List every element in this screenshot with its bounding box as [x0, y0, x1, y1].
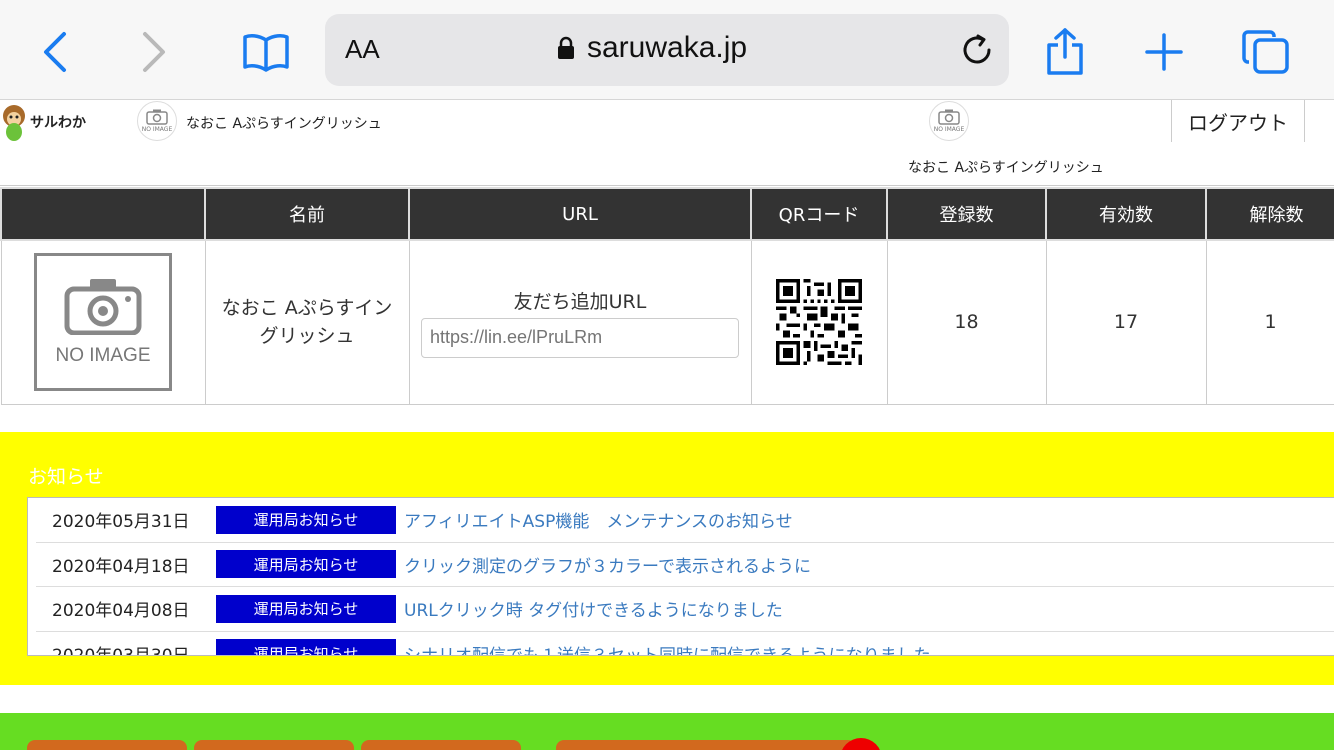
camera-icon: [146, 109, 168, 125]
address-bar[interactable]: AA saruwaka.jp: [325, 14, 1009, 86]
url-cell: 友だち追加URL: [408, 239, 752, 405]
list-item[interactable]: 2020年03月30日 運用局お知らせ シナリオ配信でも１送信３セット同時に配信…: [36, 632, 1334, 656]
table-row: NO IMAGE なおこ Aぷらすイングリッシュ 友だち追加URL https:…: [0, 239, 1334, 405]
registered-count: 18: [886, 239, 1047, 405]
avatar-noimage-label: NO IMAGE: [141, 126, 173, 133]
notice-title: お知らせ: [28, 466, 104, 488]
notice-link[interactable]: クリック測定のグラフが３カラーで表示されるように: [404, 552, 811, 577]
text-size-button[interactable]: AA: [345, 34, 380, 65]
col-header-name: 名前: [204, 187, 410, 241]
account-table: 名前 URL QRコード 登録数 有効数 解除数 NO IMAGE なおこ Aぷ…: [0, 187, 1334, 405]
share-icon: [1047, 28, 1083, 75]
site-header: サルわか NO IMAGE なおこ Aぷらすイングリッシュ NO IMAGE な…: [0, 100, 1334, 186]
cancelled-count: 1: [1205, 239, 1334, 405]
notice-badge: 運用局お知らせ: [216, 505, 396, 534]
footer-menu: [0, 713, 1334, 750]
text-size-label: AA: [345, 34, 380, 64]
url-label: 友だち追加URL: [513, 290, 647, 313]
camera-icon: [938, 109, 960, 125]
table-header-row: 名前 URL QRコード 登録数 有効数 解除数: [0, 187, 1334, 241]
notice-date: 2020年03月30日: [52, 645, 190, 656]
list-item[interactable]: 2020年05月31日 運用局お知らせ アフィリエイトASP機能 メンテナンスの…: [36, 498, 1334, 543]
account-name: なおこ Aぷらすイングリッシュ: [204, 239, 410, 405]
lock-icon: [558, 36, 574, 59]
notice-link[interactable]: シナリオ配信でも１送信３セット同時に配信できるようになりました: [404, 641, 931, 655]
tabs-icon: [1242, 30, 1289, 74]
col-header-image: [0, 187, 206, 241]
col-header-registered: 登録数: [886, 187, 1047, 241]
avatar-noimage-label: NO IMAGE: [933, 126, 965, 133]
reload-button[interactable]: [959, 32, 995, 72]
noimage-label: NO IMAGE: [55, 345, 151, 367]
col-header-active: 有効数: [1045, 187, 1207, 241]
plus-icon: [1145, 33, 1183, 71]
qr-code-icon[interactable]: [776, 279, 862, 366]
forward-button[interactable]: [124, 22, 184, 82]
notice-badge: 運用局お知らせ: [216, 639, 396, 655]
col-header-qr: QRコード: [750, 187, 888, 241]
notice-link[interactable]: URLクリック時 タグ付けできるようになりました: [404, 596, 783, 621]
url-display[interactable]: saruwaka.jp: [557, 31, 747, 65]
notice-date: 2020年05月31日: [52, 512, 190, 533]
chevron-right-icon: [143, 32, 165, 72]
chevron-left-icon: [44, 32, 66, 72]
avatar-right: NO IMAGE: [929, 101, 969, 141]
account-image: NO IMAGE: [34, 253, 172, 392]
logo-text: サルわか: [30, 115, 86, 131]
user-name-right: なおこ Aぷらすイングリッシュ: [908, 160, 1104, 176]
notice-badge: 運用局お知らせ: [216, 550, 396, 579]
notice-badge: 運用局お知らせ: [216, 594, 396, 623]
share-button[interactable]: [1035, 22, 1095, 82]
reload-icon: [963, 34, 991, 64]
monkey-logo-icon: [3, 105, 25, 141]
list-item[interactable]: 2020年04月08日 運用局お知らせ URLクリック時 タグ付けできるようにな…: [36, 587, 1334, 632]
camera-icon: [64, 279, 142, 336]
menu-button[interactable]: [27, 740, 187, 750]
active-count: 17: [1045, 239, 1207, 405]
menu-button[interactable]: [556, 740, 856, 750]
notice-list[interactable]: 2020年05月31日 運用局お知らせ アフィリエイトASP機能 メンテナンスの…: [27, 497, 1334, 656]
notice-date: 2020年04月08日: [52, 601, 190, 622]
notice-link[interactable]: アフィリエイトASP機能 メンテナンスのお知らせ: [404, 507, 793, 532]
list-item[interactable]: 2020年04月18日 運用局お知らせ クリック測定のグラフが３カラーで表示され…: [36, 543, 1334, 587]
book-icon: [243, 34, 289, 72]
col-header-cancelled: 解除数: [1205, 187, 1334, 241]
image-cell: NO IMAGE: [0, 239, 206, 405]
qr-cell: [750, 239, 888, 405]
menu-button[interactable]: [194, 740, 354, 750]
menu-button[interactable]: [361, 740, 521, 750]
notice-date: 2020年04月18日: [52, 556, 190, 577]
user-name: なおこ Aぷらすイングリッシュ: [186, 116, 382, 132]
notice-section: お知らせ 2020年05月31日 運用局お知らせ アフィリエイトASP機能 メン…: [0, 432, 1334, 685]
url-field[interactable]: [421, 317, 739, 358]
back-button[interactable]: [25, 22, 85, 82]
new-tab-button[interactable]: [1134, 22, 1194, 82]
site-logo[interactable]: サルわか: [2, 102, 86, 142]
avatar: NO IMAGE: [137, 101, 177, 141]
host-text: saruwaka.jp: [587, 31, 748, 64]
browser-toolbar: AA saruwaka.jp: [0, 0, 1334, 100]
tabs-button[interactable]: [1236, 22, 1296, 82]
logout-button[interactable]: ログアウト: [1171, 100, 1305, 142]
col-header-url: URL: [408, 187, 752, 241]
bookmarks-button[interactable]: [236, 22, 296, 82]
logout-label: ログアウト: [1188, 110, 1288, 135]
